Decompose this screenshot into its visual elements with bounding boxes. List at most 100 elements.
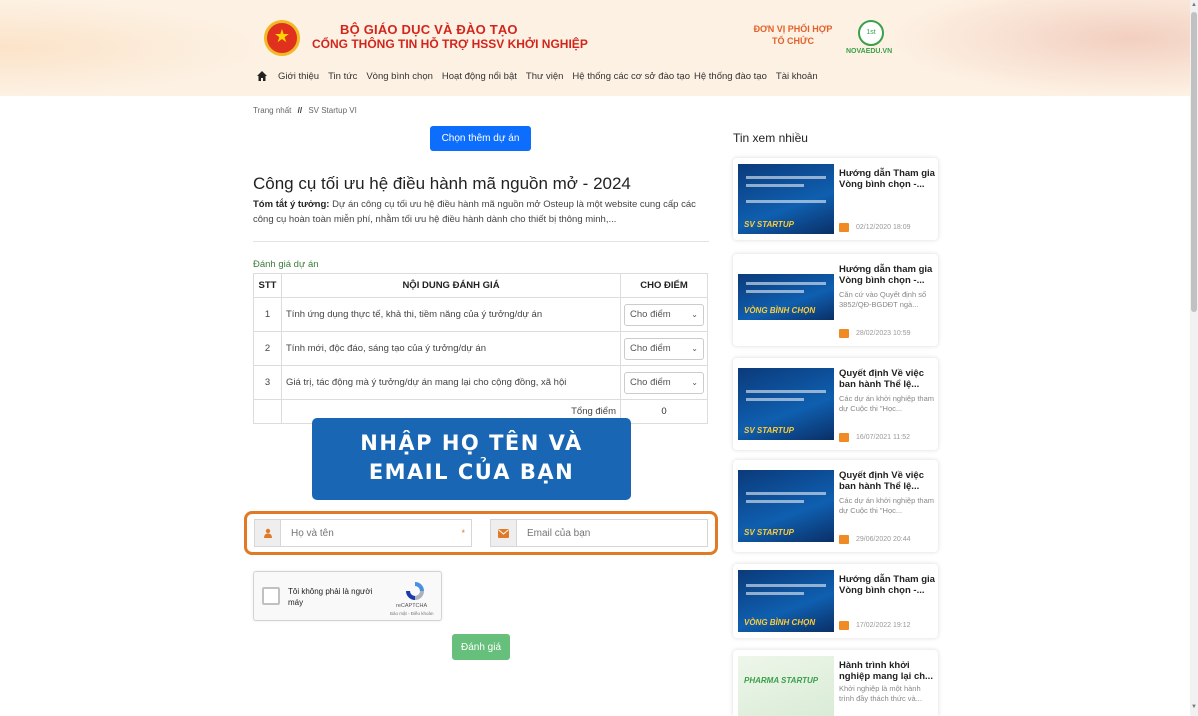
- row-stt: 2: [253, 331, 282, 366]
- recaptcha-widget: Tôi không phải là người máy reCAPTCHA Bả…: [253, 571, 442, 621]
- header-pattern-left: [0, 0, 260, 96]
- nav-item-tin-tuc[interactable]: Tin tức: [328, 71, 357, 82]
- page-scrollbar[interactable]: ▲ ▼: [1190, 0, 1198, 716]
- nav-item-hoat-dong[interactable]: Hoạt động nổi bật: [442, 71, 517, 82]
- breadcrumb-home[interactable]: Trang nhất: [253, 106, 291, 115]
- submit-evaluation-button[interactable]: Đánh giá: [452, 634, 510, 660]
- required-marker: *: [461, 528, 465, 538]
- chevron-down-icon: ⌄: [691, 310, 698, 319]
- name-field[interactable]: *: [254, 519, 472, 547]
- table-row: 2 Tính mới, độc đáo, sáng tạo của ý tưởn…: [253, 331, 708, 366]
- calendar-icon: [839, 433, 849, 442]
- news-card[interactable]: VÒNG BÌNH CHỌN Hướng dẫn tham gia Vòng b…: [733, 254, 938, 346]
- breadcrumb-current[interactable]: SV Startup VI: [308, 106, 356, 115]
- header-pattern-right: [890, 0, 1190, 96]
- calendar-icon: [839, 535, 849, 544]
- home-icon[interactable]: [256, 70, 268, 82]
- total-value: 0: [620, 399, 708, 424]
- news-date: 17/02/2022 19:12: [856, 622, 911, 629]
- table-header-row: STT NỘI DUNG ĐÁNH GIÁ CHO ĐIỂM: [253, 273, 708, 298]
- main-nav: Giới thiệu Tin tức Vòng bình chọn Hoạt đ…: [256, 70, 827, 82]
- name-input[interactable]: [281, 520, 462, 546]
- nav-item-he-thong-dao-tao[interactable]: Hệ thống đào tạo: [694, 71, 767, 82]
- score-select[interactable]: Cho điểm ⌄: [624, 337, 704, 360]
- project-title: Công cụ tối ưu hệ điều hành mã nguồn mở …: [253, 174, 631, 193]
- sidebar-title: Tin xem nhiều: [733, 131, 808, 145]
- news-date: 29/06/2020 20:44: [856, 536, 911, 543]
- row-stt: 1: [253, 297, 282, 332]
- site-title-ministry[interactable]: BỘ GIÁO DỤC VÀ ĐÀO TẠO: [340, 22, 518, 37]
- news-title[interactable]: Hướng dẫn tham gia Vòng bình chọn -...: [839, 264, 935, 286]
- score-select[interactable]: Cho điểm ⌄: [624, 371, 704, 394]
- news-desc: Khởi nghiệp là một hành trình đầy thách …: [839, 684, 922, 703]
- scrollbar-thumb[interactable]: [1191, 12, 1197, 312]
- user-icon: [263, 528, 272, 538]
- news-thumbnail[interactable]: VÒNG BÌNH CHỌN: [738, 570, 834, 632]
- table-row: 1 Tính ứng dụng thực tế, khả thi, tiềm n…: [253, 297, 708, 332]
- news-desc: Các dự án khởi nghiệp tham dự Cuộc thi "…: [839, 496, 934, 515]
- column-header-score: CHO ĐIỂM: [620, 273, 708, 298]
- recaptcha-brand: reCAPTCHA: [396, 603, 428, 609]
- chevron-down-icon: ⌄: [691, 378, 698, 387]
- recaptcha-label: Tôi không phải là người máy: [288, 587, 373, 607]
- nav-item-tai-khoan[interactable]: Tài khoản: [776, 71, 818, 82]
- project-summary: Tóm tắt ý tưởng: Dự án công cụ tối ưu hệ…: [253, 197, 713, 227]
- news-thumbnail[interactable]: SV STARTUP: [738, 164, 834, 234]
- row-content: Tính mới, độc đáo, sáng tạo của ý tưởng/…: [281, 331, 621, 366]
- choose-more-projects-button[interactable]: Chọn thêm dự án: [430, 126, 531, 151]
- breadcrumb: Trang nhất // SV Startup VI: [253, 106, 357, 115]
- nav-item-thu-vien[interactable]: Thư viện: [526, 71, 564, 82]
- instruction-banner: NHẬP HỌ TÊN VÀ EMAIL CỦA BẠN: [312, 418, 631, 500]
- evaluation-label: Đánh giá dự án: [253, 259, 319, 270]
- news-title[interactable]: Hướng dẫn Tham gia Vòng bình chọn -...: [839, 574, 935, 596]
- nav-item-gioi-thieu[interactable]: Giới thiệu: [278, 71, 319, 82]
- news-thumbnail[interactable]: SV STARTUP: [738, 368, 834, 440]
- news-card[interactable]: VÒNG BÌNH CHỌN Hướng dẫn Tham gia Vòng b…: [733, 564, 938, 638]
- partner-label: ĐƠN VỊ PHỐI HỢP TỔ CHỨC: [753, 24, 833, 46]
- news-title[interactable]: Hành trình khởi nghiệp mang lại ch...: [839, 660, 935, 682]
- news-date: 02/12/2020 18:09: [856, 224, 911, 231]
- banner-line-2: EMAIL CỦA BẠN: [368, 460, 575, 484]
- news-card[interactable]: SV STARTUP Quyết định Về việc ban hành T…: [733, 460, 938, 552]
- news-card[interactable]: SV STARTUP Hướng dẫn Tham gia Vòng bình …: [733, 158, 938, 240]
- chevron-down-icon: ⌄: [691, 344, 698, 353]
- news-thumbnail[interactable]: PHARMA STARTUP: [738, 656, 834, 716]
- news-thumbnail[interactable]: VÒNG BÌNH CHỌN: [738, 274, 834, 320]
- news-title[interactable]: Quyết định Về việc ban hành Thể lệ...: [839, 470, 935, 492]
- summary-label: Tóm tắt ý tưởng:: [253, 199, 330, 210]
- evaluation-table: STT NỘI DUNG ĐÁNH GIÁ CHO ĐIỂM 1 Tính ứn…: [253, 273, 708, 424]
- email-input[interactable]: [517, 520, 707, 546]
- partner-name[interactable]: NOVAEDU.VN: [846, 48, 892, 55]
- nav-item-he-thong-co-so[interactable]: Hệ thống các cơ sở đào tạo: [572, 71, 690, 82]
- news-card[interactable]: PHARMA STARTUP Hành trình khởi nghiệp ma…: [733, 650, 938, 716]
- calendar-icon: [839, 621, 849, 630]
- recaptcha-checkbox[interactable]: [262, 587, 280, 605]
- row-content: Giá trị, tác động mà ý tưởng/dự án mang …: [281, 365, 621, 400]
- recaptcha-terms[interactable]: Bảo mật - Điều khoản: [390, 611, 434, 616]
- news-title[interactable]: Quyết định Về việc ban hành Thể lệ...: [839, 368, 935, 390]
- news-date: 28/02/2023 10:59: [856, 330, 911, 337]
- envelope-icon: [498, 528, 509, 538]
- scroll-up-icon[interactable]: ▲: [1191, 2, 1197, 8]
- national-emblem-logo[interactable]: [264, 20, 300, 56]
- scroll-down-icon[interactable]: ▼: [1191, 704, 1197, 710]
- calendar-icon: [839, 223, 849, 232]
- news-card[interactable]: SV STARTUP Quyết định Về việc ban hành T…: [733, 358, 938, 450]
- calendar-icon: [839, 329, 849, 338]
- email-field[interactable]: [490, 519, 708, 547]
- news-date: 16/07/2021 11:52: [856, 434, 910, 441]
- news-desc: Căn cứ vào Quyết định số 3852/QĐ-BGDĐT n…: [839, 290, 927, 309]
- score-select[interactable]: Cho điểm ⌄: [624, 303, 704, 326]
- news-desc: Các dự án khởi nghiệp tham dự Cuộc thi "…: [839, 394, 934, 413]
- table-row: 3 Giá trị, tác động mà ý tưởng/dự án man…: [253, 365, 708, 400]
- column-header-content: NỘI DUNG ĐÁNH GIÁ: [281, 273, 621, 298]
- column-header-stt: STT: [253, 273, 282, 298]
- news-thumbnail[interactable]: SV STARTUP: [738, 470, 834, 542]
- banner-line-1: NHẬP HỌ TÊN VÀ: [360, 431, 583, 455]
- partner-logo[interactable]: 1st: [858, 20, 884, 46]
- news-title[interactable]: Hướng dẫn Tham gia Vòng bình chọn -...: [839, 168, 935, 190]
- row-stt: 3: [253, 365, 282, 400]
- nav-item-vong-binh-chon[interactable]: Vòng bình chọn: [366, 71, 433, 82]
- recaptcha-logo-icon: [406, 582, 424, 600]
- site-title-portal[interactable]: CỔNG THÔNG TIN HỖ TRỢ HSSV KHỞI NGHIỆP: [312, 37, 588, 51]
